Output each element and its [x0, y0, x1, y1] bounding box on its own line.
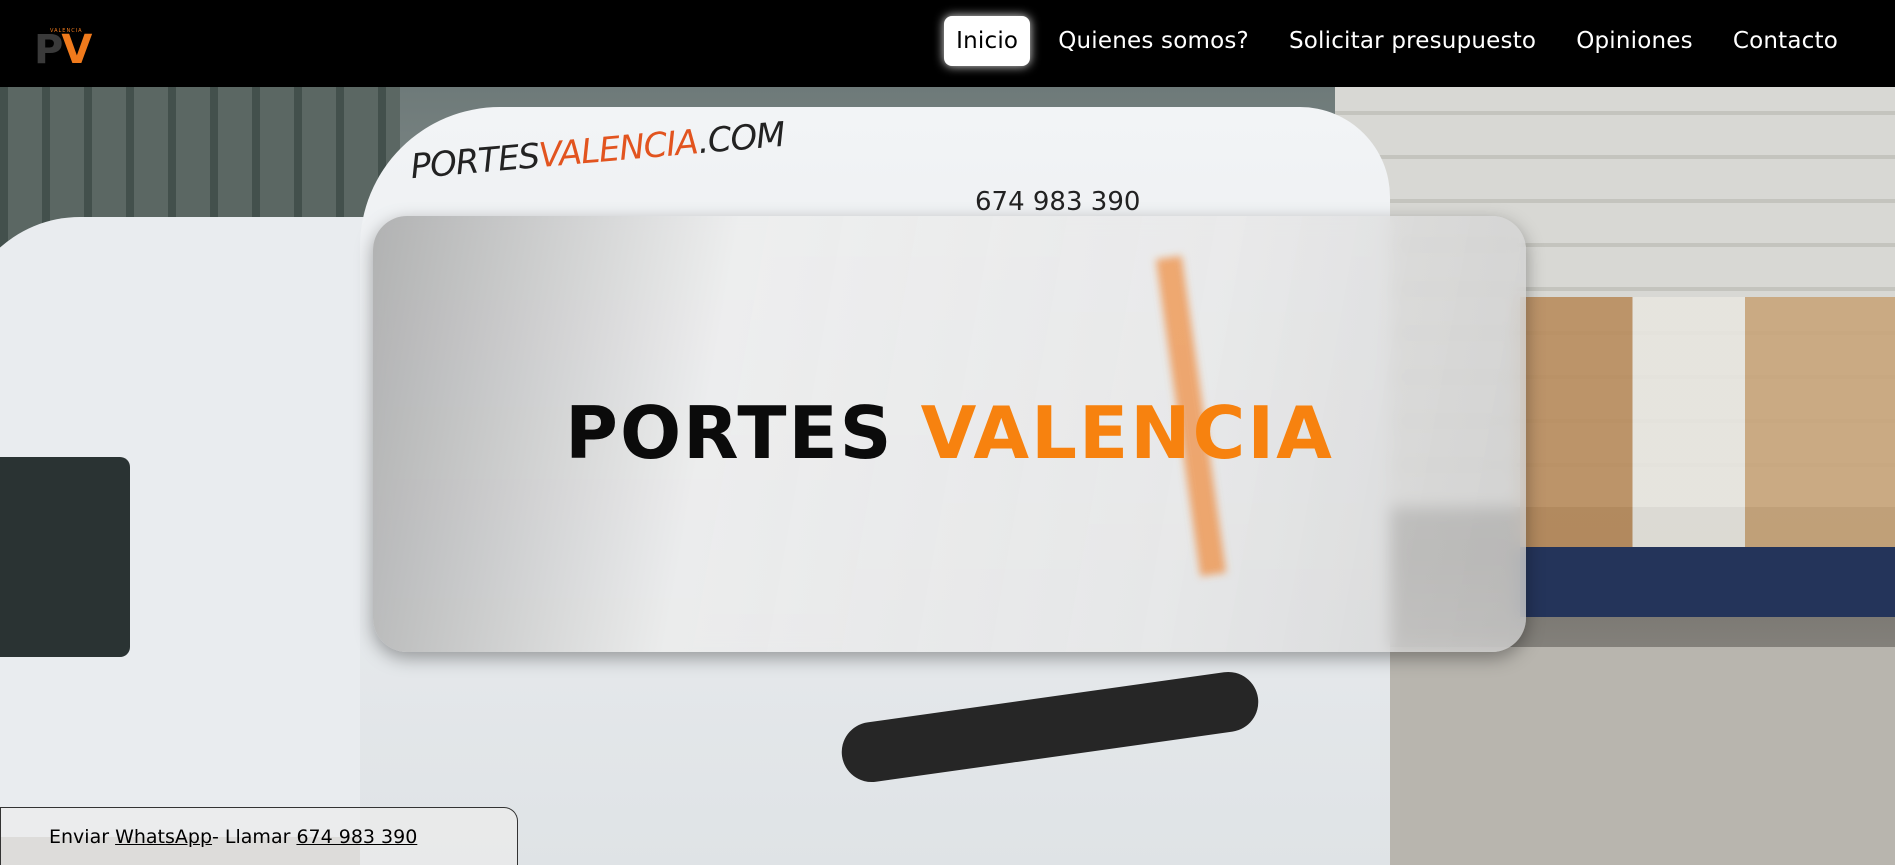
nav-contacto[interactable]: Contacto [1721, 16, 1850, 66]
logo-letters: PV [34, 27, 92, 73]
nav-quienes-somos[interactable]: Quienes somos? [1046, 16, 1261, 66]
contact-separator: - Llamar [212, 825, 297, 848]
nav-opiniones[interactable]: Opiniones [1564, 16, 1705, 66]
nav-inicio[interactable]: Inicio [944, 16, 1031, 66]
hero-title-portes: PORTES [565, 391, 894, 475]
phone-link[interactable]: 674 983 390 [296, 826, 417, 848]
van-left-window [0, 457, 130, 657]
contact-prefix: Enviar [49, 825, 116, 848]
van-phone-text: 674 983 390 [975, 187, 1141, 217]
site-header: VALENCIA PV Inicio Quienes somos? Solici… [0, 0, 1895, 87]
hero-title-valencia: VALENCIA [920, 391, 1334, 475]
hero-glass-card: PORTES VALENCIA [373, 216, 1526, 652]
nav-solicitar-presupuesto[interactable]: Solicitar presupuesto [1277, 16, 1548, 66]
main-nav: Inicio Quienes somos? Solicitar presupue… [944, 16, 1850, 66]
contact-bar: Enviar WhatsApp - Llamar 674 983 390 [0, 807, 518, 865]
logo-letter-v: V [61, 27, 92, 73]
logo-letter-p: P [34, 27, 63, 73]
pv-logo[interactable]: VALENCIA PV [30, 18, 110, 73]
van-text-suffix: .COM [696, 114, 787, 163]
whatsapp-link[interactable]: WhatsApp [115, 826, 212, 848]
loading-dock [1520, 547, 1895, 617]
hero-title: PORTES VALENCIA [373, 391, 1526, 475]
